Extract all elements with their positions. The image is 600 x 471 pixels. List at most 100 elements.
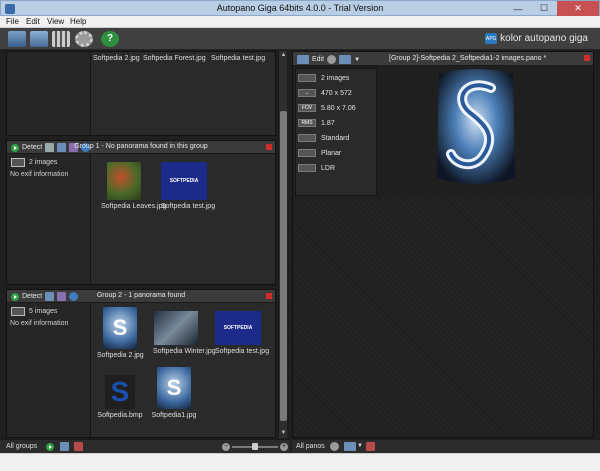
info-value: LDR xyxy=(321,164,336,172)
all-panos-label: All panos xyxy=(296,443,325,450)
scrollbar-thumb[interactable] xyxy=(280,111,287,421)
close-window-button[interactable]: ✕ xyxy=(557,1,599,16)
thumbnail-label: Softpedia Winter.jpg xyxy=(153,348,216,355)
settings-gear-icon[interactable] xyxy=(330,442,339,451)
thumbnail-image xyxy=(154,311,198,345)
images-icon xyxy=(298,74,316,82)
thumbnail-item[interactable]: SOFTPEDIA Softpedia test.jpg xyxy=(161,162,216,210)
thumbnail-item[interactable]: S Softpedia1.jpg xyxy=(151,367,197,419)
size-icon: ↔ xyxy=(298,89,316,97)
panorama-header: Edit ▼ [Group 2]-Softpedia 2_Softpedia1-… xyxy=(293,52,593,66)
image-count: 5 images xyxy=(11,307,57,316)
thumbnail-label: Softpedia test.jpg xyxy=(161,203,216,210)
groups-scrollbar[interactable]: ▲ ▼ xyxy=(278,51,287,438)
chevron-down-icon[interactable]: ▼ xyxy=(357,443,363,449)
edit-button[interactable]: Edit ▼ xyxy=(297,55,360,64)
help-icon[interactable]: ? xyxy=(101,31,119,47)
thumbnail-label: Softpedia Forest.jpg xyxy=(143,55,206,62)
info-value: 5.80 x 7.06 xyxy=(321,104,356,112)
status-bar xyxy=(0,453,600,471)
thumbnail-item[interactable]: Softpedia Forest.jpg xyxy=(143,52,206,62)
thumbnail-label: Softpedia test.jpg xyxy=(211,55,266,62)
info-value: 2 images xyxy=(321,74,350,82)
edit-pano-icon xyxy=(297,55,309,64)
fov-icon: FOV xyxy=(298,104,316,112)
info-row-fov: FOV 5.80 x 7.06 xyxy=(298,104,356,112)
thumbnail-label: Softpedia.bmp xyxy=(97,412,143,419)
edit-label: Edit xyxy=(312,56,325,63)
group-grid-icon[interactable] xyxy=(52,31,70,47)
panorama-title: [Group 2]-Softpedia 2_Softpedia1-2 image… xyxy=(389,55,547,62)
close-group-icon[interactable] xyxy=(266,144,272,150)
render-icon[interactable] xyxy=(339,55,352,64)
panorama-s-image xyxy=(437,69,515,184)
thumbnail-item[interactable]: S Softpedia.bmp xyxy=(97,375,143,419)
thumbnail-item[interactable]: Softpedia Leaves.jpg xyxy=(101,162,166,210)
thumbnail-item[interactable]: SOFTPEDIA Softpedia test.jpg xyxy=(215,307,270,355)
slider-knob[interactable] xyxy=(252,443,258,450)
thumbnail-image: S xyxy=(157,367,191,409)
thumbnail-label: Softpedia test.jpg xyxy=(215,348,270,355)
film-icon xyxy=(11,307,25,316)
group-1-title: Group 1 - No panorama found in this grou… xyxy=(74,143,208,150)
thumbnail-image: SOFTPEDIA xyxy=(161,162,207,200)
rms-icon: RMS xyxy=(298,119,316,127)
scroll-up-arrow-icon[interactable]: ▲ xyxy=(279,51,288,60)
thumbnail-image: SOFTPEDIA xyxy=(215,311,261,345)
group-1-header: Detect Group 1 - No panorama found in th… xyxy=(7,141,275,154)
remove-group-icon[interactable] xyxy=(74,442,83,451)
panorama-preview-image[interactable] xyxy=(433,66,519,188)
info-value: 1.87 xyxy=(321,119,335,127)
maximize-button[interactable]: ☐ xyxy=(531,1,557,16)
menu-edit[interactable]: Edit xyxy=(26,17,40,26)
thumbnail-item[interactable]: Softpedia 2.jpg xyxy=(93,52,140,62)
info-row-size: ↔ 470 x 572 xyxy=(298,89,352,97)
film-icon xyxy=(11,158,25,167)
scroll-down-arrow-icon[interactable]: ▼ xyxy=(279,429,288,438)
thumbnail-size-slider[interactable] xyxy=(232,443,278,450)
exif-info: No exif information xyxy=(10,171,69,178)
minimize-button[interactable]: — xyxy=(505,1,531,16)
detect-all-play-icon[interactable] xyxy=(46,443,54,451)
thumbnail-image: S xyxy=(105,375,135,409)
zoom-in-icon[interactable]: + xyxy=(280,443,288,451)
close-panorama-icon[interactable] xyxy=(584,55,590,61)
info-value: 470 x 572 xyxy=(321,89,352,97)
info-row-projection: Planar xyxy=(298,149,341,157)
group-1-info-panel: 2 images No exif information xyxy=(7,154,91,284)
render-all-icon[interactable] xyxy=(344,442,356,451)
menu-file[interactable]: File xyxy=(6,17,19,26)
thumbnail-item[interactable]: Softpedia test.jpg xyxy=(211,52,265,62)
group-2-thumbnails: S Softpedia 2.jpg Softpedia Winter.jpg S… xyxy=(93,303,275,437)
thumbnail-item[interactable]: Softpedia Winter.jpg xyxy=(153,307,216,355)
settings-gear-icon[interactable] xyxy=(75,31,93,47)
thumbnail-item[interactable]: S Softpedia 2.jpg xyxy=(97,307,144,359)
projection-icon xyxy=(298,149,316,157)
menu-help[interactable]: Help xyxy=(70,17,86,26)
info-row-blend: Standard xyxy=(298,134,349,142)
logo-badge: APG xyxy=(485,33,498,44)
info-value: Planar xyxy=(321,149,342,157)
import-folder-icon[interactable] xyxy=(30,31,48,47)
info-row-images: 2 images xyxy=(298,74,349,82)
thumbnail-label: Softpedia1.jpg xyxy=(151,412,197,419)
close-group-icon[interactable] xyxy=(266,293,272,299)
group-0-info-panel xyxy=(7,52,91,135)
thumbnail-label: Softpedia 2.jpg xyxy=(93,55,140,62)
group-0-thumbnails: Softpedia 2.jpg Softpedia Forest.jpg Sof… xyxy=(93,52,275,135)
import-images-icon[interactable] xyxy=(8,31,26,47)
all-groups-label: All groups xyxy=(6,443,38,450)
chevron-down-icon[interactable]: ▼ xyxy=(354,57,360,63)
dynamic-range-icon xyxy=(298,164,316,172)
menu-view[interactable]: View xyxy=(47,17,64,26)
image-count: 2 images xyxy=(11,158,57,167)
panorama-panel: Edit ▼ [Group 2]-Softpedia 2_Softpedia1-… xyxy=(292,51,594,438)
image-count-label: 2 images xyxy=(29,159,58,166)
image-count-label: 5 images xyxy=(29,308,58,315)
remove-pano-icon[interactable] xyxy=(366,442,375,451)
group-1-thumbnails: Softpedia Leaves.jpg SOFTPEDIA Softpedia… xyxy=(93,154,275,284)
add-group-icon[interactable] xyxy=(60,442,69,451)
info-row-dynamic-range: LDR xyxy=(298,164,335,172)
zoom-out-icon[interactable]: − xyxy=(222,443,230,451)
settings-gear-icon[interactable] xyxy=(327,55,337,64)
